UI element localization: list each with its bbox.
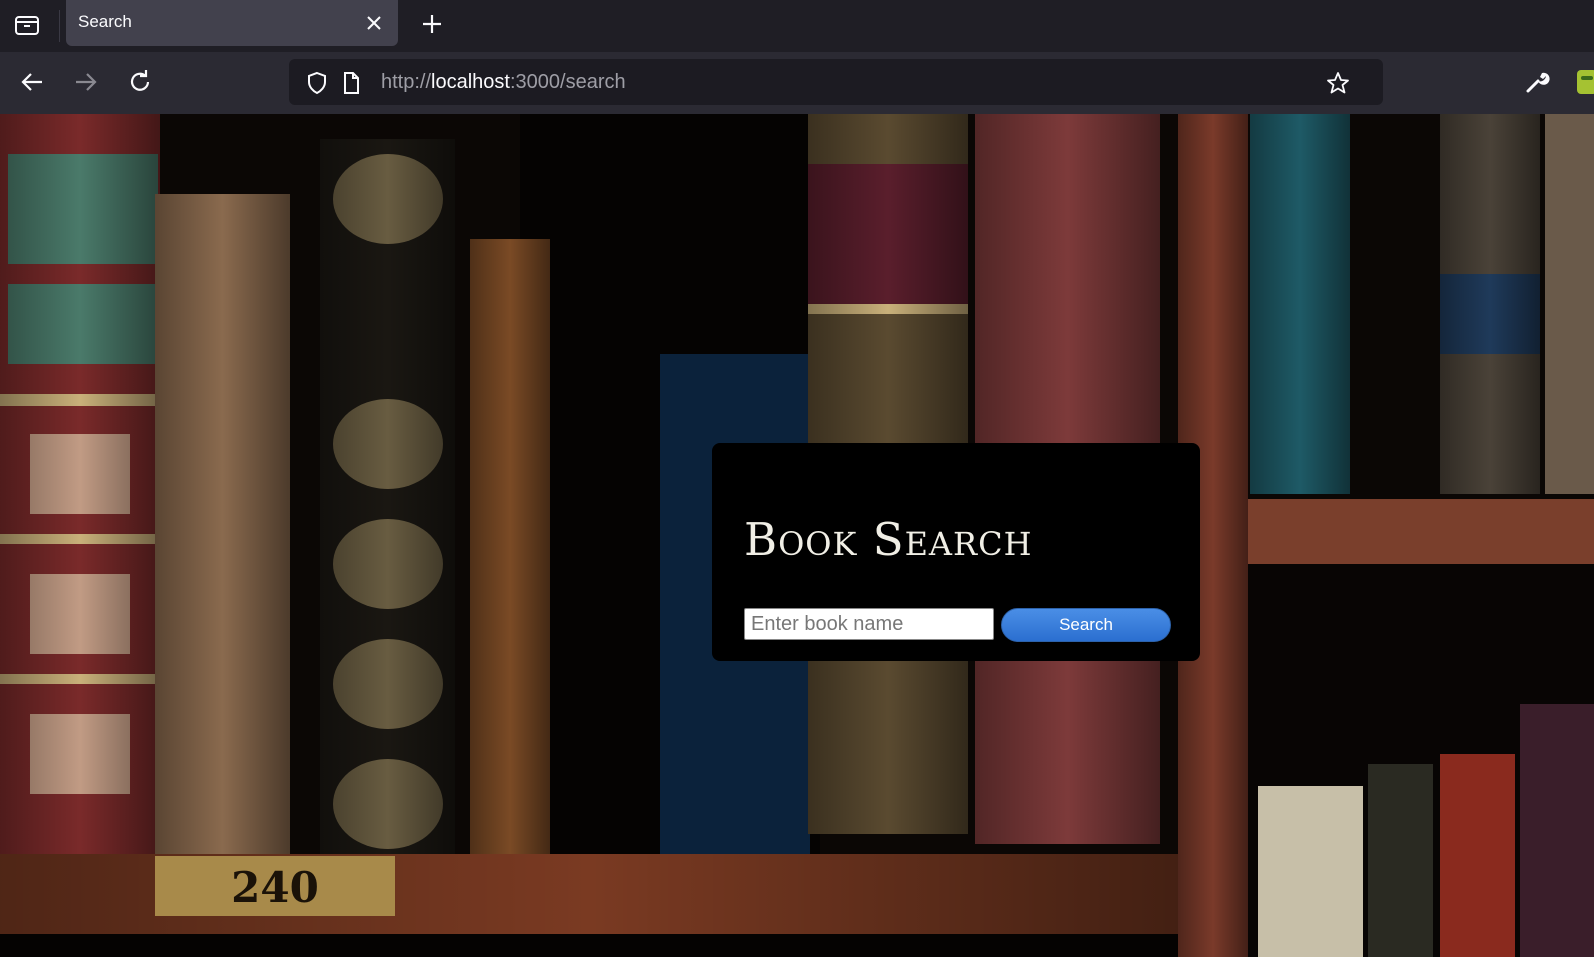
shield-icon[interactable] (305, 71, 329, 95)
reload-icon[interactable] (125, 67, 155, 97)
back-arrow-icon[interactable] (17, 67, 47, 97)
navigation-toolbar: http://localhost:3000/search (0, 52, 1594, 114)
new-tab-icon[interactable] (418, 10, 446, 38)
tab-separator (59, 10, 60, 42)
url-text[interactable]: http://localhost:3000/search (381, 71, 626, 94)
book-name-input[interactable] (744, 608, 994, 640)
bookmark-star-icon[interactable] (1326, 71, 1350, 95)
page-viewport: 240 Book Search Search (0, 114, 1594, 957)
search-button[interactable]: Search (1001, 608, 1171, 642)
forward-arrow-icon[interactable] (71, 67, 101, 97)
page-title: Book Search (744, 513, 1033, 566)
page-icon[interactable] (339, 71, 363, 95)
close-tab-icon[interactable] (364, 13, 384, 33)
wrench-icon[interactable] (1522, 67, 1552, 97)
svg-text:240: 240 (231, 863, 319, 912)
active-tab[interactable]: Search (66, 0, 398, 46)
extension-icon[interactable] (1577, 70, 1594, 94)
url-scheme: http:// (381, 71, 432, 93)
tab-title: Search (78, 12, 132, 31)
search-panel: Book Search Search (712, 443, 1200, 661)
url-path: :3000/search (509, 71, 626, 93)
url-host: localhost (431, 71, 510, 93)
tab-list-icon[interactable] (10, 8, 44, 42)
tab-bar: Search (0, 0, 1594, 52)
address-bar[interactable]: http://localhost:3000/search (289, 59, 1383, 105)
